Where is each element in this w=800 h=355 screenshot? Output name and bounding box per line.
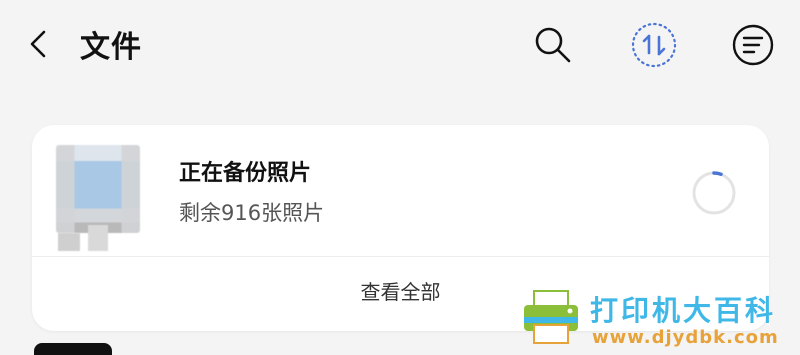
menu-circle-icon: [732, 24, 774, 66]
sync-arrows-icon: [631, 22, 677, 68]
page-title: 文件: [80, 30, 142, 65]
watermark: 打印机大百科 www.djydbk.com: [520, 285, 800, 352]
back-button[interactable]: [22, 26, 58, 62]
printer-logo-icon: [524, 290, 578, 344]
backup-title: 正在备份照片: [179, 161, 312, 186]
loading-spinner-icon: [692, 171, 736, 215]
watermark-url: www.djydbk.com: [592, 327, 779, 348]
backup-remaining: 剩余916张照片: [179, 201, 325, 225]
chevron-left-icon: [30, 30, 46, 58]
photo-thumbnail: [56, 145, 140, 233]
menu-button[interactable]: [731, 23, 775, 67]
search-icon: [535, 27, 571, 63]
watermark-brand: 打印机大百科: [590, 294, 777, 327]
next-section-edge: [34, 343, 112, 355]
sync-button[interactable]: [630, 21, 678, 69]
photo-thumbnail-blur: [88, 225, 108, 251]
photo-thumbnail-blur: [58, 233, 80, 251]
search-button[interactable]: [531, 23, 575, 67]
top-bar: 文件: [0, 0, 800, 92]
